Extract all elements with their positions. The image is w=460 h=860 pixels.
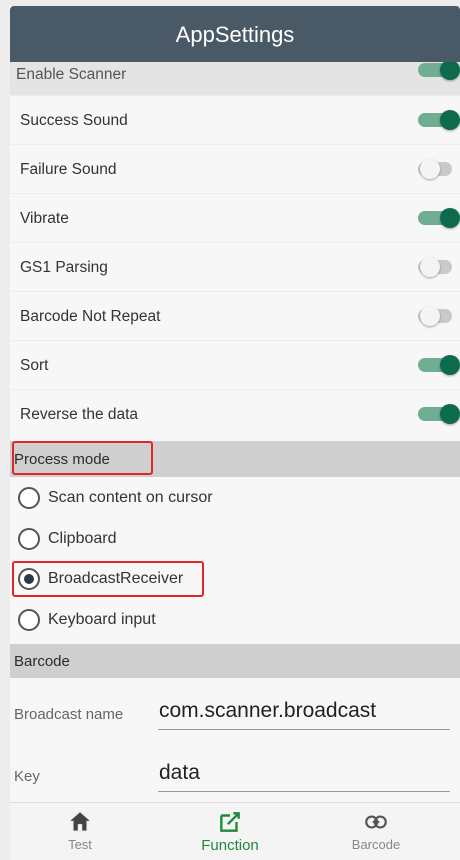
radio-button[interactable] bbox=[18, 528, 40, 550]
switch-label: Sort bbox=[20, 357, 49, 374]
radio-option-clipboard[interactable]: Clipboard bbox=[10, 519, 460, 559]
failure-sound-toggle[interactable] bbox=[416, 159, 456, 179]
gs1-parsing-toggle[interactable] bbox=[416, 257, 456, 277]
toggle-knob bbox=[420, 257, 440, 277]
switch-row-vibrate[interactable]: Vibrate bbox=[10, 194, 460, 243]
nav-label: Test bbox=[68, 837, 92, 852]
nav-label: Barcode bbox=[351, 837, 401, 852]
app-bar: AppSettings bbox=[10, 6, 460, 62]
vibrate-toggle[interactable] bbox=[416, 208, 460, 228]
key-input[interactable]: data bbox=[158, 758, 450, 792]
barcode-header: Barcode bbox=[10, 644, 460, 678]
radio-option-scan-content[interactable]: Scan content on cursor bbox=[10, 478, 460, 518]
radio-label: Scan content on cursor bbox=[48, 489, 213, 506]
switch-label: Reverse the data bbox=[20, 406, 139, 423]
home-icon bbox=[10, 809, 150, 835]
nav-item-test[interactable]: Test bbox=[10, 809, 150, 852]
toggle-knob bbox=[440, 60, 460, 80]
toggle-knob bbox=[440, 110, 460, 130]
enable-scanner-toggle[interactable] bbox=[416, 60, 460, 80]
switch-row-failure-sound[interactable]: Failure Sound bbox=[10, 145, 460, 194]
reverse-data-toggle[interactable] bbox=[416, 404, 460, 424]
barcode-not-repeat-toggle[interactable] bbox=[416, 306, 456, 326]
switch-row-reverse-data[interactable]: Reverse the data bbox=[10, 390, 460, 439]
toggle-knob bbox=[440, 208, 460, 228]
app-title: AppSettings bbox=[175, 22, 295, 47]
link-icon bbox=[306, 809, 446, 835]
radio-label: Keyboard input bbox=[48, 611, 156, 628]
key-label: Key bbox=[14, 768, 40, 785]
switch-label: Vibrate bbox=[20, 210, 69, 227]
key-row: Key data bbox=[10, 750, 460, 802]
switch-row-barcode-not-repeat[interactable]: Barcode Not Repeat bbox=[10, 292, 460, 341]
broadcast-name-input[interactable]: com.scanner.broadcast bbox=[158, 696, 450, 730]
switch-label: Failure Sound bbox=[20, 161, 117, 178]
nav-item-barcode[interactable]: Barcode bbox=[306, 809, 446, 852]
switch-label: Enable Scanner bbox=[16, 66, 127, 83]
radio-button[interactable] bbox=[18, 609, 40, 631]
switch-row-success-sound[interactable]: Success Sound bbox=[10, 96, 460, 145]
switch-label: Barcode Not Repeat bbox=[20, 308, 161, 325]
highlight-box-broadcast-receiver bbox=[12, 561, 204, 597]
toggle-knob bbox=[440, 355, 460, 375]
edit-icon bbox=[160, 809, 300, 835]
switch-label: GS1 Parsing bbox=[20, 259, 108, 276]
bottom-navigation: Test Function Barcode bbox=[10, 802, 460, 860]
radio-label: Clipboard bbox=[48, 530, 117, 547]
sort-toggle[interactable] bbox=[416, 355, 460, 375]
radio-button[interactable] bbox=[18, 487, 40, 509]
broadcast-name-label: Broadcast name bbox=[14, 706, 124, 723]
switch-label: Success Sound bbox=[20, 112, 128, 129]
nav-label: Function bbox=[201, 837, 259, 854]
barcode-header-label: Barcode bbox=[14, 653, 70, 670]
switch-row-sort[interactable]: Sort bbox=[10, 341, 460, 390]
toggle-knob bbox=[420, 306, 440, 326]
toggle-knob bbox=[440, 404, 460, 424]
highlight-box-process-mode bbox=[12, 441, 153, 475]
phone-screen: Enable Scanner AppSettings Success Sound… bbox=[10, 6, 460, 860]
radio-option-keyboard-input[interactable]: Keyboard input bbox=[10, 600, 460, 640]
toggle-knob bbox=[420, 159, 440, 179]
nav-item-function[interactable]: Function bbox=[160, 809, 300, 854]
success-sound-toggle[interactable] bbox=[416, 110, 460, 130]
switch-row-gs1-parsing[interactable]: GS1 Parsing bbox=[10, 243, 460, 292]
broadcast-name-row: Broadcast name com.scanner.broadcast bbox=[10, 688, 460, 740]
